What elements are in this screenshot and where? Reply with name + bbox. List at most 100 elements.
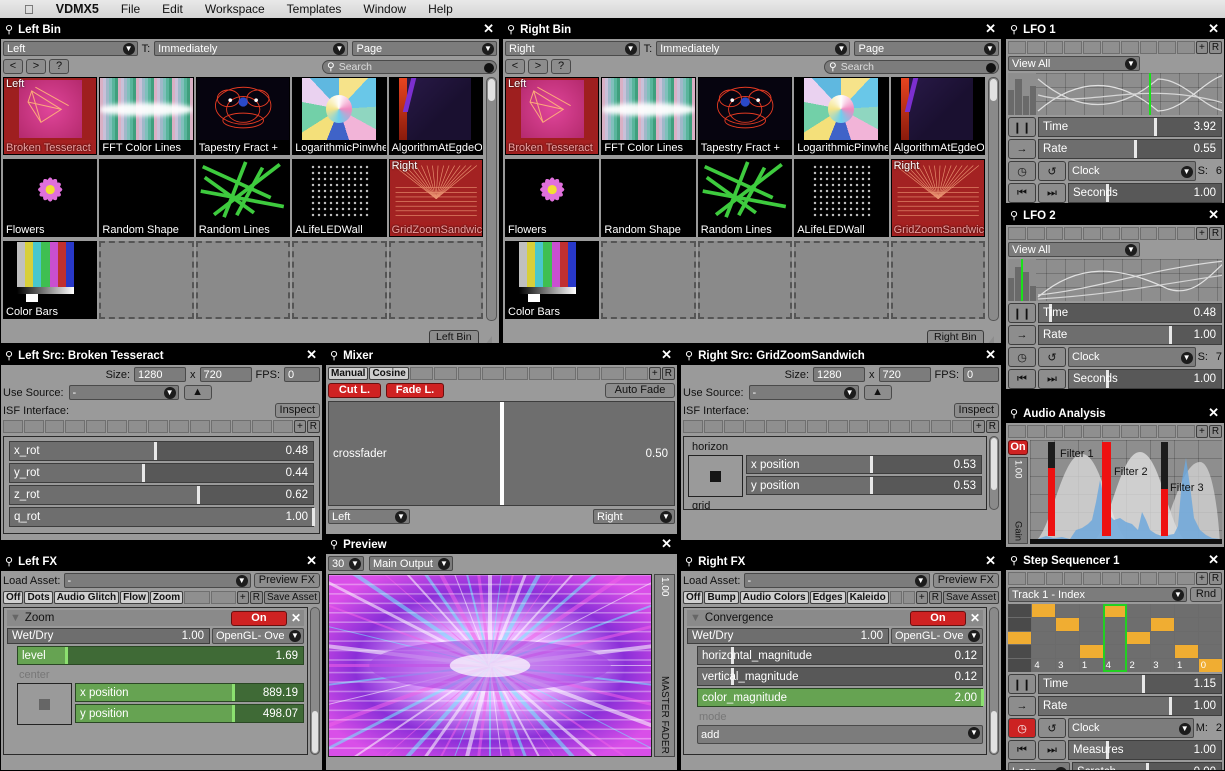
step-cell[interactable] <box>1055 645 1079 659</box>
lfo2-pause-icon[interactable]: ❙❙ <box>1008 303 1036 323</box>
step-cell[interactable] <box>1079 604 1103 617</box>
param-slider[interactable]: x position 0.53 <box>746 455 982 474</box>
step-cell[interactable] <box>1103 604 1127 617</box>
stepseq-add-button[interactable]: + <box>1195 572 1208 585</box>
left-fx-preview-button[interactable]: Preview FX <box>253 573 320 588</box>
close-icon[interactable]: ✕ <box>306 553 317 569</box>
step-cell[interactable] <box>1055 631 1079 645</box>
right-fx-chain-bump[interactable]: Bump <box>704 591 739 604</box>
left-bin-search-input[interactable]: ⚲ Search <box>322 59 497 74</box>
step-cell[interactable] <box>1127 617 1151 631</box>
bin-clip-cell[interactable] <box>195 241 291 319</box>
left-src-width-input[interactable]: 1280 <box>134 367 187 382</box>
lfo1-record-icon[interactable]: ◷ <box>1008 161 1036 181</box>
search-icon[interactable]: ⚲ <box>1010 407 1018 420</box>
right-fx-close-icon[interactable]: ✕ <box>970 611 980 625</box>
lfo1-reset-button[interactable]: R <box>1208 41 1223 54</box>
disclosure-triangle-icon[interactable]: ▼ <box>10 612 21 624</box>
step-cell[interactable] <box>1127 659 1151 672</box>
close-icon[interactable]: ✕ <box>661 536 672 552</box>
clear-search-icon[interactable] <box>986 62 996 73</box>
audio-gain-slider[interactable]: 1.00 Gain <box>1008 457 1028 544</box>
param-slider[interactable]: vertical_magnitude 0.12 <box>697 667 983 686</box>
left-bin-scrollbar[interactable] <box>486 77 497 321</box>
tab-right-bin[interactable]: Right Bin <box>927 330 984 343</box>
bin-clip-cell[interactable]: Flowers <box>3 159 98 237</box>
search-icon[interactable]: ⚲ <box>1010 554 1018 567</box>
step-cell[interactable] <box>1055 604 1079 617</box>
close-icon[interactable]: ✕ <box>985 21 996 37</box>
stepseq-loop-select[interactable]: Loop▼ <box>1008 762 1070 770</box>
right-src-source-select[interactable]: - ▼ <box>748 385 859 400</box>
right-fx-chain-audio-colors[interactable]: Audio Colors <box>739 591 809 604</box>
close-icon[interactable]: ✕ <box>1208 552 1219 568</box>
left-src-fps-input[interactable]: 0 <box>284 367 320 382</box>
step-cell[interactable] <box>1055 659 1079 672</box>
step-cell[interactable] <box>1175 631 1199 645</box>
right-bin-trigger-select[interactable]: Immediately ▼ <box>656 41 851 56</box>
right-src-reset-button[interactable]: R <box>985 420 999 433</box>
close-icon[interactable]: ✕ <box>661 347 672 363</box>
menu-item-edit[interactable]: Edit <box>162 2 183 16</box>
right-fx-mode-select[interactable]: add ▼ <box>697 725 983 744</box>
close-icon[interactable]: ✕ <box>1208 21 1219 37</box>
bin-clip-cell[interactable] <box>99 241 194 319</box>
crossfader-slider[interactable]: crossfader 0.50 <box>328 401 675 506</box>
step-cell[interactable] <box>1103 645 1127 659</box>
lfo1-direction-icon[interactable]: → <box>1008 139 1036 159</box>
step-cell[interactable] <box>1079 617 1103 631</box>
lfo2-waveform-graph[interactable] <box>1008 259 1222 301</box>
bin-clip-cell[interactable] <box>794 241 889 319</box>
stepseq-clock-select[interactable]: Clock ▼ <box>1068 718 1194 738</box>
step-cell[interactable] <box>1175 645 1199 659</box>
stepseq-track-select[interactable]: Track 1 - Index ▼ <box>1008 587 1187 602</box>
lfo2-seconds-slider[interactable]: Seconds 1.00 <box>1068 369 1222 389</box>
right-src-height-input[interactable]: 720 <box>878 367 931 382</box>
right-src-scrollbar[interactable] <box>989 436 999 510</box>
close-icon[interactable]: ✕ <box>1208 207 1219 223</box>
right-fx-module-header[interactable]: ▼ Convergence On ✕ <box>687 610 983 626</box>
mixer-cut-left-button[interactable]: Cut L. <box>328 383 381 398</box>
menu-item-help[interactable]: Help <box>428 2 453 16</box>
mixer-auto-fade-button[interactable]: Auto Fade <box>605 383 675 398</box>
step-cell[interactable] <box>1199 659 1222 672</box>
param-slider[interactable]: horizontal_magnitude 0.12 <box>697 646 983 665</box>
left-bin-grid[interactable]: Left Broken Tesseract FFT Color Lines Tapes… <box>3 77 483 321</box>
bin-clip-cell[interactable]: FFT Color Lines <box>601 77 696 155</box>
right-fx-save-asset-button[interactable]: Save Asset <box>942 591 1000 604</box>
bin-clip-cell[interactable] <box>388 241 483 319</box>
step-cell[interactable] <box>1031 631 1055 645</box>
right-fx-scrollbar[interactable] <box>989 607 999 755</box>
left-src-reset-button[interactable]: R <box>306 420 321 433</box>
left-src-source-select[interactable]: - ▼ <box>68 385 179 400</box>
step-cell[interactable] <box>1103 659 1127 672</box>
param-slider[interactable]: x_rot 0.48 <box>9 441 314 461</box>
audio-reset-button[interactable]: R <box>1208 425 1223 438</box>
left-src-add-button[interactable]: + <box>293 420 306 433</box>
lfo2-view-select[interactable]: View All ▼ <box>1008 242 1140 257</box>
bin-clip-cell[interactable] <box>292 241 387 319</box>
param-slider[interactable]: y position 498.07 <box>75 704 304 723</box>
mixer-fade-left-button[interactable]: Fade L. <box>386 383 444 398</box>
bin-clip-cell[interactable]: Random Shape <box>99 159 194 237</box>
left-fx-chain-flow[interactable]: Flow <box>120 591 149 604</box>
bin-clip-cell[interactable]: Flowers <box>505 159 600 237</box>
mixer-mode-cosine[interactable]: Cosine <box>369 367 409 380</box>
left-fx-close-icon[interactable]: ✕ <box>291 611 301 625</box>
bin-clip-cell[interactable] <box>601 241 696 319</box>
lfo2-reset-button[interactable]: R <box>1208 227 1223 240</box>
right-fx-on-toggle[interactable]: On <box>909 610 966 626</box>
search-icon[interactable]: ⚲ <box>1010 23 1018 36</box>
lfo1-loop-icon[interactable]: ↺ <box>1038 161 1066 181</box>
step-cell[interactable] <box>1199 604 1222 617</box>
right-bin-grid[interactable]: Left Broken Tesseract FFT Color Lines Tapes… <box>505 77 985 321</box>
step-cell[interactable] <box>1008 659 1031 672</box>
right-bin-help-button[interactable]: ? <box>551 59 571 74</box>
lfo1-view-select[interactable]: View All ▼ <box>1008 56 1140 71</box>
right-fx-wetdry-slider[interactable]: Wet/Dry 1.00 <box>687 628 889 644</box>
right-bin-next-button[interactable]: > <box>528 59 548 74</box>
lfo2-record-icon[interactable]: ◷ <box>1008 347 1036 367</box>
bin-clip-cell[interactable]: Right GridZoomSandwic <box>388 159 483 237</box>
lfo2-loop-icon[interactable]: ↺ <box>1038 347 1066 367</box>
search-icon[interactable]: ⚲ <box>5 23 13 36</box>
